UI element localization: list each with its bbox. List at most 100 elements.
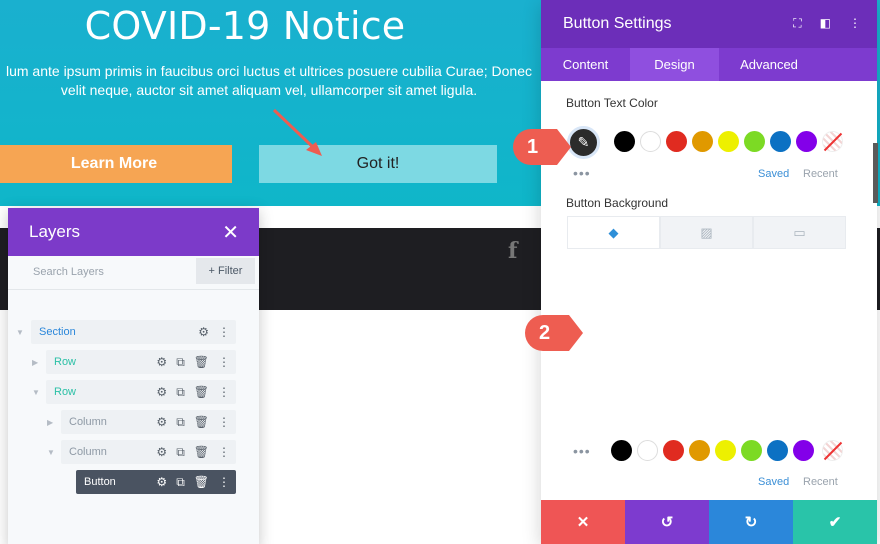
swatch-purple[interactable] xyxy=(793,440,814,461)
layer-row-2[interactable]: Row ⚙ ⧉ 🗑 ⋮ xyxy=(46,380,236,404)
no-color-swatch[interactable] xyxy=(822,440,843,461)
layer-row-row[interactable]: ▶ Row ⚙ ⧉ 🗑 ⋮ xyxy=(8,350,259,374)
swatch-orange[interactable] xyxy=(689,440,710,461)
gear-icon[interactable]: ⚙ xyxy=(156,475,167,490)
no-color-swatch[interactable] xyxy=(822,131,843,152)
trash-icon[interactable]: 🗑 xyxy=(194,415,209,430)
layer-label: Row xyxy=(54,386,77,398)
fullscreen-icon[interactable]: ⛶ xyxy=(793,16,801,31)
learn-more-button[interactable]: Learn More xyxy=(0,145,232,183)
discard-button[interactable]: ✕ xyxy=(541,500,625,544)
more-icon[interactable]: ⋮ xyxy=(218,445,230,460)
swatch-yellow[interactable] xyxy=(715,440,736,461)
more-icon[interactable]: ⋮ xyxy=(849,16,861,31)
layer-column-2[interactable]: Column ⚙ ⧉ 🗑 ⋮ xyxy=(61,440,236,464)
expand-icon[interactable]: ▶ xyxy=(32,358,38,367)
gear-icon[interactable]: ⚙ xyxy=(156,385,167,400)
undo-icon: ↺ xyxy=(660,514,674,531)
collapse-icon[interactable]: ▼ xyxy=(16,328,24,337)
layers-title: Layers xyxy=(29,222,81,241)
gear-icon[interactable]: ⚙ xyxy=(198,325,209,339)
layers-header: Layers ✕ xyxy=(8,208,259,256)
duplicate-icon[interactable]: ⧉ xyxy=(176,475,185,490)
modal-title: Button Settings xyxy=(563,15,672,32)
gear-icon[interactable]: ⚙ xyxy=(156,355,167,370)
swatch-blue[interactable] xyxy=(770,131,791,152)
gear-icon[interactable]: ⚙ xyxy=(156,415,167,430)
swatch-green[interactable] xyxy=(741,440,762,461)
duplicate-icon[interactable]: ⧉ xyxy=(176,385,185,400)
button-settings-modal: Button Settings ⛶ ◧ ⋮ Content Design Adv… xyxy=(541,0,877,544)
more-icon[interactable]: ⋮ xyxy=(218,325,230,339)
swatch-red[interactable] xyxy=(663,440,684,461)
more-icon[interactable]: ⋮ xyxy=(218,385,230,400)
paint-bucket-icon[interactable]: ◆ xyxy=(567,216,660,249)
layer-section[interactable]: Section ⚙ ⋮ xyxy=(31,320,236,344)
step-badge-2: 2 xyxy=(525,315,583,351)
swatch-black[interactable] xyxy=(614,131,635,152)
more-colors-icon[interactable]: ••• xyxy=(573,443,591,459)
redo-button[interactable]: ↻ xyxy=(709,500,793,544)
search-layers-input[interactable]: Search Layers xyxy=(19,260,197,286)
layer-row-1[interactable]: Row ⚙ ⧉ 🗑 ⋮ xyxy=(46,350,236,374)
split-view-icon[interactable]: ◧ xyxy=(820,16,831,31)
tab-design[interactable]: Design xyxy=(630,48,719,81)
layer-button-row[interactable]: Button ⚙ ⧉ 🗑 ⋮ xyxy=(8,470,259,494)
more-icon[interactable]: ⋮ xyxy=(218,415,230,430)
hero-text-line-1: lum ante ipsum primis in faucibus orci l… xyxy=(5,63,532,79)
duplicate-icon[interactable]: ⧉ xyxy=(176,355,185,370)
hero-text-line-2: velit neque, auctor sit amet aliquam vel… xyxy=(60,82,478,98)
saved-tab[interactable]: Saved xyxy=(758,476,789,488)
layer-button[interactable]: Button ⚙ ⧉ 🗑 ⋮ xyxy=(76,470,236,494)
swatch-black[interactable] xyxy=(611,440,632,461)
recent-tab[interactable]: Recent xyxy=(803,476,838,488)
gear-icon[interactable]: ⚙ xyxy=(156,445,167,460)
layer-label: Column xyxy=(69,416,107,428)
swatch-orange[interactable] xyxy=(692,131,713,152)
expand-icon[interactable]: ▶ xyxy=(47,418,53,427)
layer-column-row[interactable]: ▶ Column ⚙ ⧉ 🗑 ⋮ xyxy=(8,410,259,434)
layer-section-row[interactable]: ▼ Section ⚙ ⋮ xyxy=(8,320,259,344)
more-colors-icon[interactable]: ••• xyxy=(573,165,591,181)
layer-label: Column xyxy=(69,446,107,458)
tab-advanced[interactable]: Advanced xyxy=(719,48,819,81)
filter-button[interactable]: + Filter xyxy=(196,258,255,284)
image-icon[interactable]: ▭ xyxy=(753,216,846,249)
layer-column-row[interactable]: ▼ Column ⚙ ⧉ 🗑 ⋮ xyxy=(8,440,259,464)
layer-row-row[interactable]: ▼ Row ⚙ ⧉ 🗑 ⋮ xyxy=(8,380,259,404)
trash-icon[interactable]: 🗑 xyxy=(194,475,209,490)
layer-column-1[interactable]: Column ⚙ ⧉ 🗑 ⋮ xyxy=(61,410,236,434)
trash-icon[interactable]: 🗑 xyxy=(194,385,209,400)
collapse-icon[interactable]: ▼ xyxy=(32,388,40,397)
eyedropper-icon[interactable]: ✎ xyxy=(567,126,600,159)
swatch-white[interactable] xyxy=(637,440,658,461)
close-icon[interactable]: ✕ xyxy=(222,220,239,245)
step-badge-1: 1 xyxy=(513,129,571,165)
check-icon: ✔ xyxy=(828,514,842,531)
swatch-white[interactable] xyxy=(640,131,661,152)
saved-tab[interactable]: Saved xyxy=(758,168,789,180)
trash-icon[interactable]: 🗑 xyxy=(194,445,209,460)
close-icon: ✕ xyxy=(576,514,590,531)
tab-content[interactable]: Content xyxy=(541,48,630,81)
undo-button[interactable]: ↺ xyxy=(625,500,709,544)
swatch-blue[interactable] xyxy=(767,440,788,461)
duplicate-icon[interactable]: ⧉ xyxy=(176,445,185,460)
layer-label: Button xyxy=(84,476,116,488)
gradient-icon[interactable]: ▨ xyxy=(660,216,753,249)
more-icon[interactable]: ⋮ xyxy=(218,475,230,490)
duplicate-icon[interactable]: ⧉ xyxy=(176,415,185,430)
swatch-red[interactable] xyxy=(666,131,687,152)
facebook-icon[interactable]: f xyxy=(508,238,517,264)
swatch-purple[interactable] xyxy=(796,131,817,152)
scrollbar[interactable] xyxy=(873,143,878,203)
trash-icon[interactable]: 🗑 xyxy=(194,355,209,370)
swatch-yellow[interactable] xyxy=(718,131,739,152)
save-button[interactable]: ✔ xyxy=(793,500,877,544)
recent-tab[interactable]: Recent xyxy=(803,168,838,180)
button-background-label: Button Background xyxy=(566,196,669,210)
collapse-icon[interactable]: ▼ xyxy=(47,448,55,457)
more-icon[interactable]: ⋮ xyxy=(218,355,230,370)
layer-label: Row xyxy=(54,356,77,368)
swatch-green[interactable] xyxy=(744,131,765,152)
